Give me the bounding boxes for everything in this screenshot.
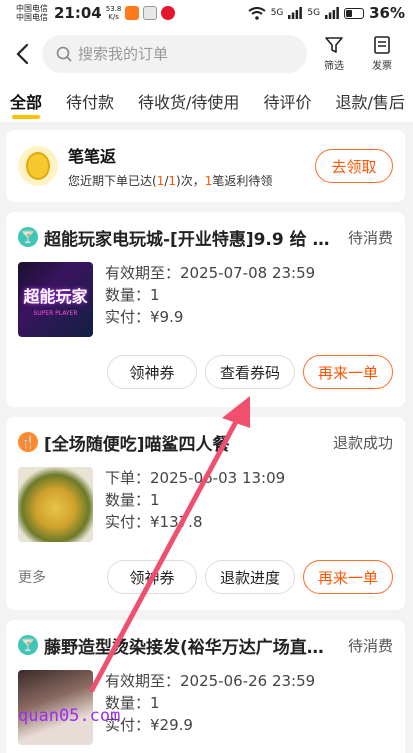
order-valid-until: 有效期至：2025-07-08 23:59 xyxy=(105,264,316,282)
taobao-icon xyxy=(125,6,140,20)
status-bar: 中国电信 中国电信 21:04 53.8 K/s 5G 5G 36% xyxy=(0,0,413,26)
tab-to-review[interactable]: 待评价 xyxy=(263,89,311,119)
tab-all[interactable]: 全部 xyxy=(10,89,42,119)
rebate-title: 笔笔返 xyxy=(68,147,117,166)
tab-to-receive[interactable]: 待收货/待使用 xyxy=(138,89,239,119)
signal-icon xyxy=(288,7,303,19)
rebate-sub-prefix: 您近期下单已达( xyxy=(68,174,157,188)
get-coupon-button[interactable]: 领神券 xyxy=(107,355,197,389)
filter-label: 筛选 xyxy=(324,61,344,72)
order-title[interactable]: 藤野造型烫染接发(裕华万达广场直营店) xyxy=(44,633,338,658)
back-button[interactable] xyxy=(8,40,36,68)
order-valid-until: 有效期至：2025-06-26 23:59 xyxy=(105,672,316,690)
order-card[interactable]: 🍸 藤野造型烫染接发(裕华万达广场直营店) 待消费 有效期至：2025-06-2… xyxy=(6,620,405,753)
rebate-sub-suffix: 笔返利待领 xyxy=(212,174,273,188)
rebate-subtitle: 您近期下单已达(1/1)次，1笔返利待领 xyxy=(68,172,315,189)
signal-icon-2 xyxy=(325,7,339,19)
reorder-button[interactable]: 再来一单 xyxy=(303,355,393,389)
order-title[interactable]: 超能玩家电玩城-[开业特惠]9.9 给 40币 xyxy=(44,225,338,250)
order-date: 下单：2025-06-03 13:09 xyxy=(105,469,286,487)
invoice-label: 发票 xyxy=(372,61,392,72)
thumb-logo-sub: SUPER PLAYER xyxy=(33,309,78,317)
search-placeholder: 搜索我的订单 xyxy=(78,45,169,63)
clock: 21:04 xyxy=(54,4,102,22)
battery-icon xyxy=(344,7,365,19)
tab-pending-payment[interactable]: 待付款 xyxy=(66,89,114,119)
carrier-2: 中国电信 xyxy=(16,13,48,22)
rebate-sub-mid: )次， xyxy=(176,174,205,188)
view-code-button[interactable]: 查看券码 xyxy=(205,355,295,389)
coin-icon xyxy=(18,146,58,186)
more-button[interactable]: 更多 xyxy=(18,567,46,587)
network-speed: 53.8 K/s xyxy=(106,5,122,21)
order-card[interactable]: 🍴 [全场随便吃]喵鲨四人餐 退款成功 下单：2025-06-03 13:09 … xyxy=(6,417,405,610)
reorder-button[interactable]: 再来一单 xyxy=(303,560,393,594)
entertainment-icon: 🍸 xyxy=(18,227,38,247)
order-card[interactable]: 🍸 超能玩家电玩城-[开业特惠]9.9 给 40币 待消费 超能玩家 SUPER… xyxy=(6,212,405,407)
order-title[interactable]: [全场随便吃]喵鲨四人餐 xyxy=(44,430,323,455)
order-paid: 实付：¥9.9 xyxy=(105,308,184,326)
filter-button[interactable]: 筛选 xyxy=(313,35,355,72)
order-status: 退款成功 xyxy=(332,433,393,452)
invoice-button[interactable]: 发票 xyxy=(361,35,403,72)
order-paid: 实付：¥137.8 xyxy=(105,513,203,531)
filter-icon xyxy=(325,37,343,53)
order-status: 待消费 xyxy=(347,228,393,247)
carrier-1: 中国电信 xyxy=(16,4,48,13)
invoice-icon xyxy=(374,36,390,54)
refund-progress-button[interactable]: 退款进度 xyxy=(205,560,295,594)
watermark: quan05.com xyxy=(18,706,121,726)
carrier-info: 中国电信 中国电信 xyxy=(16,4,48,22)
order-quantity: 数量：1 xyxy=(105,286,160,304)
app-icon xyxy=(143,6,158,20)
order-quantity: 数量：1 xyxy=(105,491,160,509)
chevron-left-icon xyxy=(16,43,29,64)
order-tabs: 全部 待付款 待收货/待使用 待评价 退款/售后 xyxy=(0,81,413,123)
order-paid: 实付：¥29.9 xyxy=(105,716,193,734)
speed-unit: K/s xyxy=(108,13,119,21)
header: 搜索我的订单 筛选 发票 xyxy=(0,26,413,81)
claim-rebate-button[interactable]: 去领取 xyxy=(315,149,393,183)
speed-value: 53.8 xyxy=(105,5,122,13)
get-coupon-button[interactable]: 领神券 xyxy=(107,560,197,594)
search-input[interactable]: 搜索我的订单 xyxy=(42,34,307,73)
order-quantity: 数量：1 xyxy=(105,694,160,712)
weibo-icon xyxy=(161,6,176,20)
rebate-card: 笔笔返 您近期下单已达(1/1)次，1笔返利待领 去领取 xyxy=(6,130,405,202)
entertainment-icon: 🍸 xyxy=(18,635,38,655)
battery-percent: 36% xyxy=(369,4,405,22)
rebate-total: 1 xyxy=(168,174,177,188)
search-icon xyxy=(56,46,72,62)
order-thumbnail[interactable] xyxy=(18,467,93,542)
order-thumbnail[interactable]: 超能玩家 SUPER PLAYER xyxy=(18,262,93,337)
order-status: 待消费 xyxy=(347,636,393,655)
wifi-icon xyxy=(248,6,266,20)
tab-refund[interactable]: 退款/售后 xyxy=(335,89,404,119)
network-type-1: 5G xyxy=(270,8,284,18)
food-icon: 🍴 xyxy=(18,432,38,452)
thumb-logo-text: 超能玩家 xyxy=(23,286,88,306)
network-type-2: 5G xyxy=(307,8,321,18)
